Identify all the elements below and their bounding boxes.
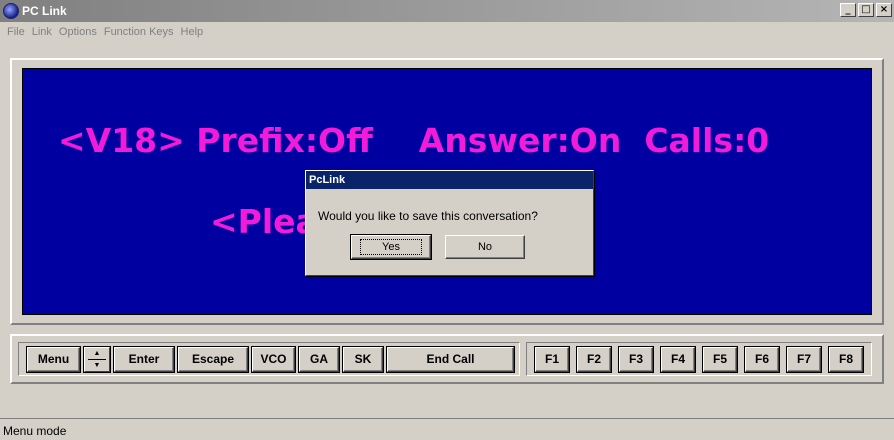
up-arrow-icon[interactable]: ▲ (85, 348, 109, 359)
menu-options[interactable]: Options (59, 26, 97, 38)
app-icon (3, 3, 19, 19)
dialog-title: PcLink (306, 171, 593, 189)
f4-button[interactable]: F4 (661, 347, 695, 372)
no-button[interactable]: No (445, 235, 525, 259)
menu-button[interactable]: Menu (27, 347, 80, 372)
close-button[interactable]: × (876, 3, 892, 17)
down-arrow-icon[interactable]: ▼ (85, 360, 109, 371)
f6-button[interactable]: F6 (745, 347, 779, 372)
f8-button[interactable]: F8 (829, 347, 863, 372)
status-bar: Menu mode (0, 418, 894, 440)
end-call-button[interactable]: End Call (387, 347, 514, 372)
control-buttons-group: Menu ▲ ▼ Enter Escape VCO GA SK End Call (18, 342, 520, 376)
maximize-button[interactable]: □ (858, 3, 874, 17)
sk-button[interactable]: SK (343, 347, 383, 372)
escape-button[interactable]: Escape (178, 347, 248, 372)
window-controls: _ □ × (840, 3, 892, 17)
f1-button[interactable]: F1 (535, 347, 569, 372)
menu-file[interactable]: File (7, 26, 25, 38)
ga-button[interactable]: GA (299, 347, 339, 372)
dialog-message: Would you like to save this conversation… (318, 209, 538, 223)
f7-button[interactable]: F7 (787, 347, 821, 372)
title-bar: PC Link _ □ × (0, 0, 894, 22)
prompt-line: <Plea (210, 202, 318, 241)
f5-button[interactable]: F5 (703, 347, 737, 372)
minimize-button[interactable]: _ (840, 3, 856, 17)
vco-button[interactable]: VCO (252, 347, 295, 372)
menu-bar: File Link Options Function Keys Help (0, 22, 894, 42)
f3-button[interactable]: F3 (619, 347, 653, 372)
yes-button-label: Yes (360, 239, 422, 255)
f2-button[interactable]: F2 (577, 347, 611, 372)
status-line: <V18> Prefix:Off Answer:On Calls:0 (58, 121, 770, 160)
yes-button[interactable]: Yes (350, 234, 432, 260)
window-title: PC Link (22, 4, 67, 18)
menu-function-keys[interactable]: Function Keys (104, 26, 174, 38)
up-down-spinner[interactable]: ▲ ▼ (84, 347, 110, 372)
button-bar: Menu ▲ ▼ Enter Escape VCO GA SK End Call… (10, 334, 884, 384)
status-text: Menu mode (3, 424, 67, 438)
function-keys-group: F1 F2 F3 F4 F5 F6 F7 F8 (526, 342, 872, 376)
save-dialog: PcLink Would you like to save this conve… (305, 170, 594, 276)
menu-help[interactable]: Help (181, 26, 204, 38)
enter-button[interactable]: Enter (114, 347, 174, 372)
menu-link[interactable]: Link (32, 26, 52, 38)
